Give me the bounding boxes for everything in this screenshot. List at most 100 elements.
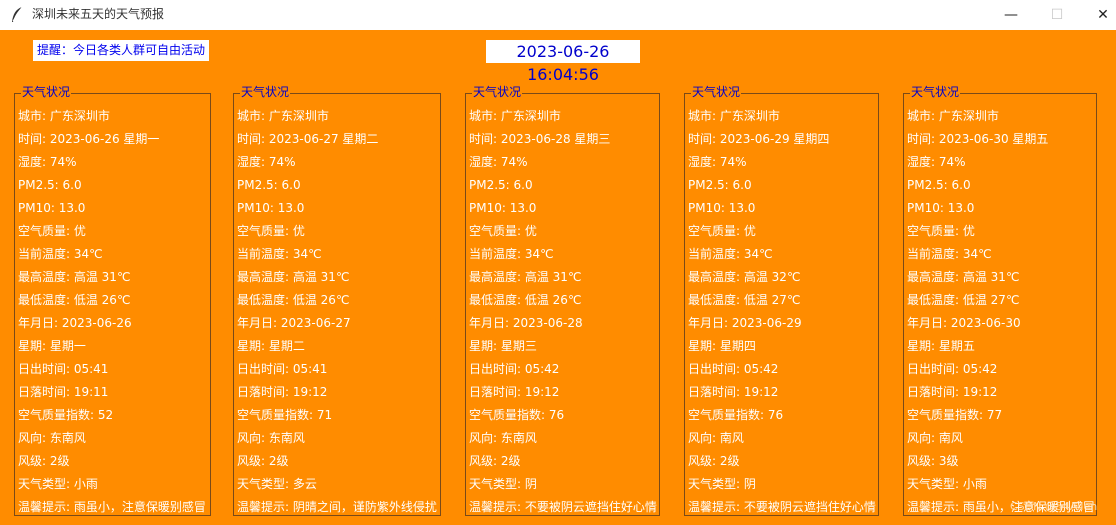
row-weather-type: 天气类型: 阴	[688, 477, 756, 491]
row-air-quality: 空气质量: 优	[907, 224, 975, 238]
window-titlebar[interactable]: 深圳未来五天的天气预报 — ☐ ✕	[0, 0, 1116, 30]
row-notice: 温馨提示: 不要被阴云遮挡住好心情	[688, 500, 876, 514]
watermark: CSDN @54Allen	[1010, 500, 1098, 513]
row-pm10: PM10: 13.0	[688, 201, 756, 215]
row-low-temp: 最低温度: 低温 26℃	[469, 293, 582, 307]
row-aqi: 空气质量指数: 76	[469, 408, 565, 422]
weather-panel-day3: 天气状况 城市: 广东深圳市 时间: 2023-06-28 星期三 湿度: 74…	[465, 84, 660, 516]
panel-title: 天气状况	[240, 84, 291, 100]
row-wind-level: 风级: 2级	[237, 454, 289, 468]
row-time: 时间: 2023-06-27 星期二	[237, 132, 379, 146]
row-sunrise: 日出时间: 05:41	[237, 362, 328, 376]
row-sunset: 日落时间: 19:12	[469, 385, 560, 399]
row-weather-type: 天气类型: 阴	[469, 477, 537, 491]
row-current-temp: 当前温度: 34℃	[688, 247, 773, 261]
row-air-quality: 空气质量: 优	[688, 224, 756, 238]
row-sunset: 日落时间: 19:12	[688, 385, 779, 399]
row-current-temp: 当前温度: 34℃	[907, 247, 992, 261]
row-pm25: PM2.5: 6.0	[688, 178, 752, 192]
row-humidity: 湿度: 74%	[688, 155, 747, 169]
row-pm25: PM2.5: 6.0	[907, 178, 971, 192]
row-sunrise: 日出时间: 05:42	[907, 362, 998, 376]
panel-rows: 城市: 广东深圳市 时间: 2023-06-26 星期一 湿度: 74% PM2…	[18, 105, 210, 519]
row-humidity: 湿度: 74%	[237, 155, 296, 169]
clock-label: 2023-06-26 16:04:56	[486, 40, 640, 84]
row-time: 时间: 2023-06-29 星期四	[688, 132, 830, 146]
row-time: 时间: 2023-06-28 星期三	[469, 132, 611, 146]
row-weekday: 星期: 星期四	[688, 339, 756, 353]
row-time: 时间: 2023-06-26 星期一	[18, 132, 160, 146]
row-weekday: 星期: 星期一	[18, 339, 86, 353]
weather-panel-day4: 天气状况 城市: 广东深圳市 时间: 2023-06-29 星期四 湿度: 74…	[684, 84, 879, 519]
row-humidity: 湿度: 74%	[18, 155, 77, 169]
row-sunset: 日落时间: 19:12	[907, 385, 998, 399]
row-weekday: 星期: 星期二	[237, 339, 305, 353]
panel-rows: 城市: 广东深圳市 时间: 2023-06-27 星期二 湿度: 74% PM2…	[237, 105, 440, 519]
panel-title: 天气状况	[691, 84, 742, 100]
row-wind-dir: 风向: 南风	[688, 431, 744, 445]
row-notice: 温馨提示: 不要被阴云遮挡住好心情	[469, 500, 657, 514]
row-city: 城市: 广东深圳市	[237, 109, 329, 123]
row-pm25: PM2.5: 6.0	[18, 178, 82, 192]
row-city: 城市: 广东深圳市	[469, 109, 561, 123]
row-notice: 温馨提示: 雨虽小，注意保暖别感冒	[18, 500, 206, 514]
row-weather-type: 天气类型: 多云	[237, 477, 317, 491]
row-pm10: PM10: 13.0	[907, 201, 975, 215]
row-weekday: 星期: 星期五	[907, 339, 975, 353]
row-pm10: PM10: 13.0	[18, 201, 86, 215]
row-wind-dir: 风向: 东南风	[469, 431, 537, 445]
row-date: 年月日: 2023-06-27	[237, 316, 351, 330]
panel-title: 天气状况	[910, 84, 961, 100]
row-city: 城市: 广东深圳市	[18, 109, 110, 123]
row-weekday: 星期: 星期三	[469, 339, 537, 353]
row-sunrise: 日出时间: 05:42	[469, 362, 560, 376]
row-air-quality: 空气质量: 优	[237, 224, 305, 238]
row-pm25: PM2.5: 6.0	[237, 178, 301, 192]
row-humidity: 湿度: 74%	[469, 155, 528, 169]
panel-rows: 城市: 广东深圳市 时间: 2023-06-29 星期四 湿度: 74% PM2…	[688, 105, 878, 519]
row-weather-type: 天气类型: 小雨	[907, 477, 987, 491]
row-high-temp: 最高温度: 高温 31℃	[469, 270, 582, 284]
row-date: 年月日: 2023-06-26	[18, 316, 132, 330]
row-low-temp: 最低温度: 低温 27℃	[907, 293, 1020, 307]
row-sunrise: 日出时间: 05:41	[18, 362, 109, 376]
window-title: 深圳未来五天的天气预报	[32, 7, 165, 21]
row-sunrise: 日出时间: 05:42	[688, 362, 779, 376]
row-air-quality: 空气质量: 优	[18, 224, 86, 238]
close-button[interactable]: ✕	[1080, 0, 1116, 30]
row-time: 时间: 2023-06-30 星期五	[907, 132, 1049, 146]
weather-panel-day5: 天气状况 城市: 广东深圳市 时间: 2023-06-30 星期五 湿度: 74…	[903, 84, 1097, 516]
maximize-button[interactable]: ☐	[1034, 0, 1080, 30]
weather-panel-day2: 天气状况 城市: 广东深圳市 时间: 2023-06-27 星期二 湿度: 74…	[233, 84, 441, 519]
row-date: 年月日: 2023-06-30	[907, 316, 1021, 330]
row-high-temp: 最高温度: 高温 31℃	[18, 270, 131, 284]
row-low-temp: 最低温度: 低温 27℃	[688, 293, 801, 307]
minimize-button[interactable]: —	[988, 0, 1034, 30]
row-city: 城市: 广东深圳市	[688, 109, 780, 123]
row-date: 年月日: 2023-06-29	[688, 316, 802, 330]
row-pm10: PM10: 13.0	[469, 201, 537, 215]
row-wind-level: 风级: 2级	[688, 454, 740, 468]
panel-title: 天气状况	[21, 84, 72, 100]
row-city: 城市: 广东深圳市	[907, 109, 999, 123]
panel-title: 天气状况	[472, 84, 523, 100]
row-current-temp: 当前温度: 34℃	[237, 247, 322, 261]
row-aqi: 空气质量指数: 77	[907, 408, 1003, 422]
row-current-temp: 当前温度: 34℃	[18, 247, 103, 261]
row-high-temp: 最高温度: 高温 32℃	[688, 270, 801, 284]
row-current-temp: 当前温度: 34℃	[469, 247, 554, 261]
row-wind-dir: 风向: 东南风	[237, 431, 305, 445]
row-weather-type: 天气类型: 小雨	[18, 477, 98, 491]
row-aqi: 空气质量指数: 76	[688, 408, 784, 422]
row-pm25: PM2.5: 6.0	[469, 178, 533, 192]
row-high-temp: 最高温度: 高温 31℃	[237, 270, 350, 284]
row-high-temp: 最高温度: 高温 31℃	[907, 270, 1020, 284]
row-low-temp: 最低温度: 低温 26℃	[237, 293, 350, 307]
row-pm10: PM10: 13.0	[237, 201, 305, 215]
row-sunset: 日落时间: 19:12	[237, 385, 328, 399]
row-date: 年月日: 2023-06-28	[469, 316, 583, 330]
row-air-quality: 空气质量: 优	[469, 224, 537, 238]
feather-icon	[10, 6, 24, 24]
row-wind-level: 风级: 2级	[469, 454, 521, 468]
row-notice: 温馨提示: 阴晴之间，谨防紫外线侵扰	[237, 500, 437, 514]
